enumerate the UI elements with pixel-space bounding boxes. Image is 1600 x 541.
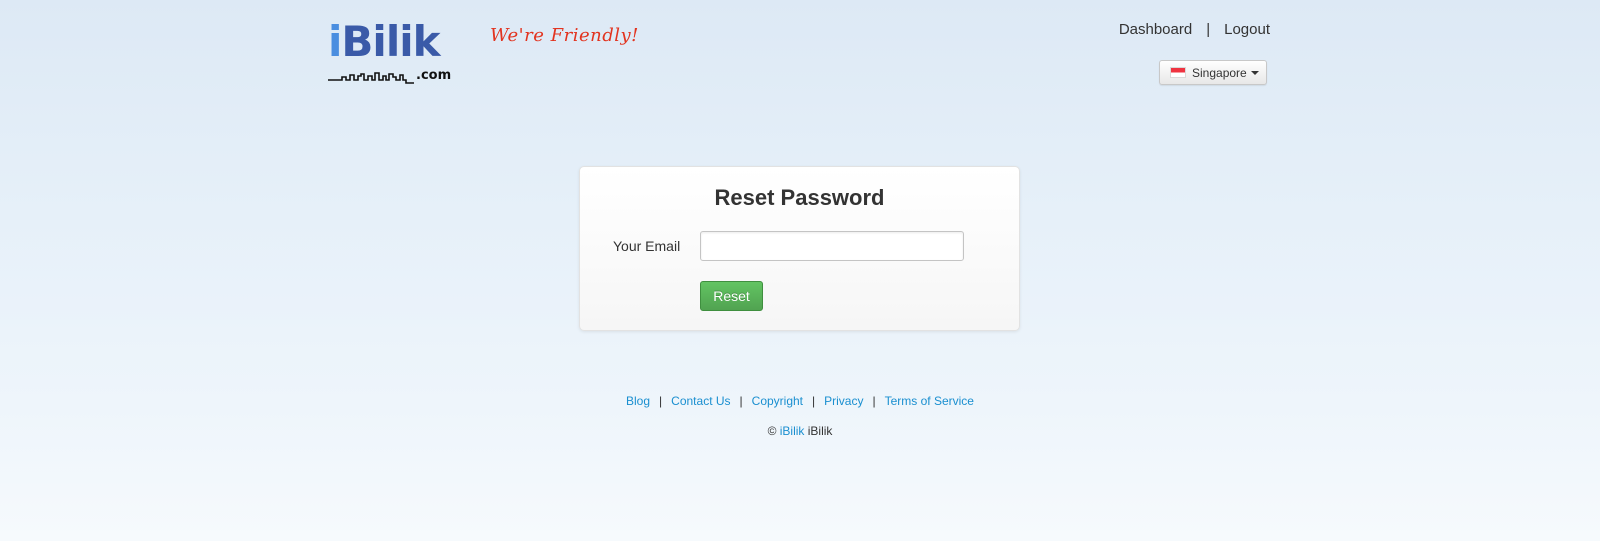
reset-password-card: Reset Password Your Email Reset	[579, 166, 1020, 331]
top-navigation: Dashboard | Logout	[1119, 21, 1270, 38]
copyright-symbol: ©	[767, 424, 777, 438]
footer-link-privacy[interactable]: Privacy	[824, 394, 863, 408]
skyline-icon	[328, 72, 414, 84]
email-field[interactable]	[700, 231, 964, 261]
site-header: iBilik .com We're Friendly! Dashboard | Lo…	[0, 0, 1600, 100]
footer-links: Blog | Contact Us | Copyright | Privacy | Terms …	[0, 394, 1600, 408]
footer-separator: |	[739, 394, 743, 408]
email-label: Your Email	[613, 238, 681, 254]
copyright-owner: iBilik	[807, 424, 833, 438]
singapore-flag-icon	[1170, 67, 1186, 78]
caret-down-icon	[1250, 70, 1259, 75]
footer-separator: |	[659, 394, 663, 408]
logo-domain-suffix: .com	[416, 68, 452, 83]
tagline: We're Friendly!	[490, 25, 639, 46]
copyright-line: © iBilik iBilik	[0, 424, 1600, 438]
country-selector-label: Singapore	[1192, 65, 1247, 80]
reset-button[interactable]: Reset	[700, 281, 763, 311]
footer-link-contact-us[interactable]: Contact Us	[671, 394, 730, 408]
footer-link-blog[interactable]: Blog	[626, 394, 650, 408]
logo-wordmark: iBilik	[328, 17, 441, 66]
dashboard-link[interactable]: Dashboard	[1119, 21, 1192, 38]
footer-link-copyright[interactable]: Copyright	[752, 394, 803, 408]
logout-link[interactable]: Logout	[1224, 21, 1270, 38]
footer-separator: |	[872, 394, 876, 408]
country-selector-button[interactable]: Singapore	[1159, 60, 1267, 85]
footer-link-terms-of-service[interactable]: Terms of Service	[885, 394, 974, 408]
site-logo[interactable]: iBilik .com	[328, 18, 453, 88]
nav-separator: |	[1206, 21, 1211, 38]
page-title: Reset Password	[714, 185, 885, 210]
copyright-ibilik-link[interactable]: iBilik	[780, 424, 805, 438]
footer-separator: |	[812, 394, 816, 408]
